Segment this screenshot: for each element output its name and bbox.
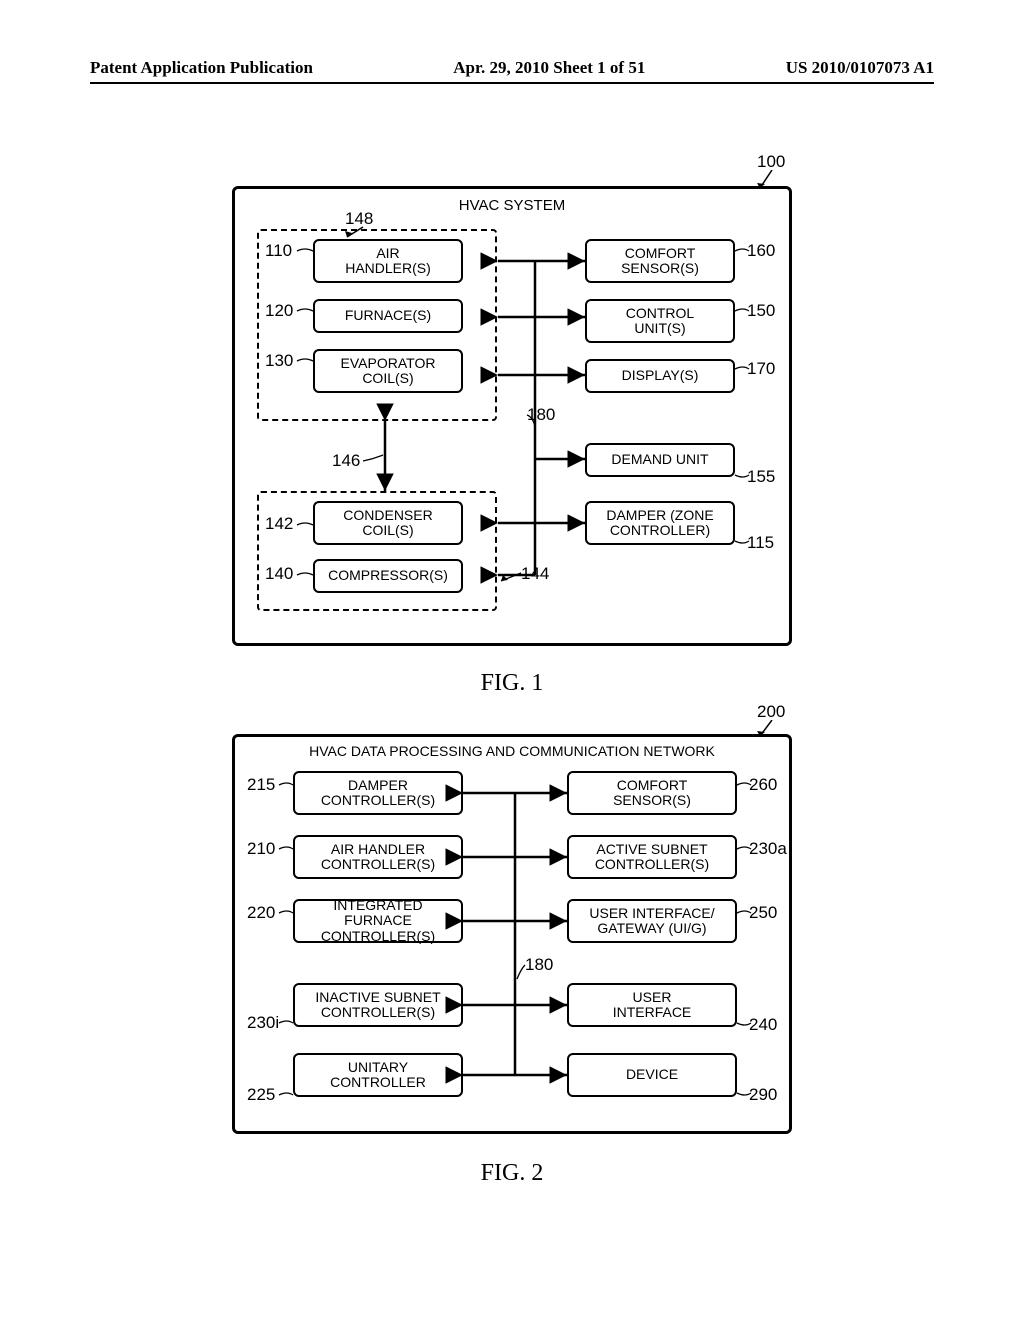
fig2-caption: FIG. 2 <box>481 1160 544 1187</box>
fig2-diagram: HVAC DATA PROCESSING AND COMMUNICATION N… <box>232 734 792 1134</box>
ref-240: 240 <box>749 1015 777 1035</box>
box-comfort-sensor: COMFORT SENSOR(S) <box>585 239 735 283</box>
box-if-ctl: INTEGRATED FURNACE CONTROLLER(S) <box>293 899 463 943</box>
fig2-title: HVAC DATA PROCESSING AND COMMUNICATION N… <box>235 743 789 759</box>
fig1-diagram: HVAC SYSTEM 148 AIR HANDLER(S) FURNACE(S… <box>232 186 792 646</box>
ref-155: 155 <box>747 467 775 487</box>
box-evaporator: EVAPORATOR COIL(S) <box>313 349 463 393</box>
box-unitary-ctl: UNITARY CONTROLLER <box>293 1053 463 1097</box>
box-active-ctl: ACTIVE SUBNET CONTROLLER(S) <box>567 835 737 879</box>
ref-160: 160 <box>747 241 775 261</box>
ref-250: 250 <box>749 903 777 923</box>
ref-115: 115 <box>747 533 774 553</box>
header-rule <box>90 82 934 84</box>
box-condenser: CONDENSER COIL(S) <box>313 501 463 545</box>
ref-215: 215 <box>247 775 275 795</box>
ref-148: 148 <box>345 209 373 229</box>
ref-230i: 230i <box>247 1013 279 1033</box>
ref-120: 120 <box>265 301 293 321</box>
ref-290: 290 <box>749 1085 777 1105</box>
box-compressor: COMPRESSOR(S) <box>313 559 463 593</box>
ref-200: 200 <box>757 702 785 722</box>
box-demand-unit: DEMAND UNIT <box>585 443 735 477</box>
header-center: Apr. 29, 2010 Sheet 1 of 51 <box>453 58 645 78</box>
box-air-handler: AIR HANDLER(S) <box>313 239 463 283</box>
fig1-caption: FIG. 1 <box>481 670 544 697</box>
ref-180: 180 <box>527 405 555 425</box>
ref-170: 170 <box>747 359 775 379</box>
ref-144: 144 <box>521 564 549 584</box>
ref-220: 220 <box>247 903 275 923</box>
box-comfort-sensor-2: COMFORT SENSOR(S) <box>567 771 737 815</box>
box-ah-ctl: AIR HANDLER CONTROLLER(S) <box>293 835 463 879</box>
ref-130: 130 <box>265 351 293 371</box>
box-damper-ctl: DAMPER CONTROLLER(S) <box>293 771 463 815</box>
box-uig: USER INTERFACE/ GATEWAY (UI/G) <box>567 899 737 943</box>
ref-230a: 230a <box>749 839 787 859</box>
ref-150: 150 <box>747 301 775 321</box>
ref-100: 100 <box>757 152 785 172</box>
ref-210: 210 <box>247 839 275 859</box>
box-display: DISPLAY(S) <box>585 359 735 393</box>
figure-2-wrap: 200 HVAC DATA PROCESSING AND COMMUNICATI… <box>0 720 1024 1187</box>
ref-225: 225 <box>247 1085 275 1105</box>
box-device: DEVICE <box>567 1053 737 1097</box>
box-ui: USER INTERFACE <box>567 983 737 1027</box>
box-inactive-ctl: INACTIVE SUBNET CONTROLLER(S) <box>293 983 463 1027</box>
figure-1-wrap: 100 HVAC SYSTEM 148 AIR HANDLER(S) FURNA… <box>0 170 1024 697</box>
page-header: Patent Application Publication Apr. 29, … <box>0 58 1024 78</box>
box-furnaces: FURNACE(S) <box>313 299 463 333</box>
box-control-unit: CONTROL UNIT(S) <box>585 299 735 343</box>
header-right: US 2010/0107073 A1 <box>786 58 934 78</box>
header-left: Patent Application Publication <box>90 58 313 78</box>
fig1-title: HVAC SYSTEM <box>235 197 789 214</box>
ref-110: 110 <box>265 241 292 261</box>
ref-180-b: 180 <box>525 955 553 975</box>
box-damper: DAMPER (ZONE CONTROLLER) <box>585 501 735 545</box>
ref-140: 140 <box>265 564 293 584</box>
ref-260: 260 <box>749 775 777 795</box>
ref-146: 146 <box>332 451 360 471</box>
ref-142: 142 <box>265 514 293 534</box>
